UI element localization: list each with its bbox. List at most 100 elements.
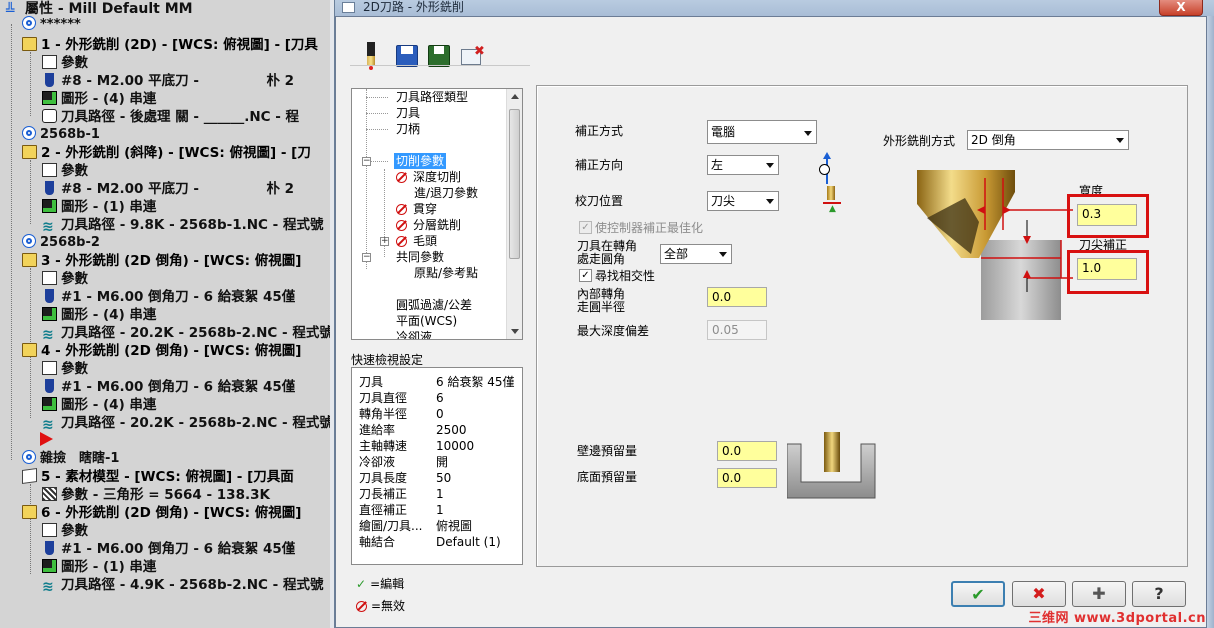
toolpath-icon: ≋ [42, 579, 54, 595]
tree-item-planes[interactable]: 平面(WCS) [396, 313, 457, 329]
op3-params[interactable]: 參數 [42, 270, 88, 288]
op6-params[interactable]: 參數 [42, 522, 88, 540]
app-icon [342, 2, 355, 13]
chevron-down-icon [1116, 138, 1124, 143]
expand-common-icon[interactable]: − [362, 253, 371, 262]
contour-type-select[interactable]: 2D 倒角 [967, 130, 1129, 150]
tool-icon [45, 541, 54, 555]
close-icon: ✖ [1032, 584, 1046, 603]
params-icon [42, 361, 57, 375]
operation-2[interactable]: 2 - 外形銑削 (斜降) - [WCS: 俯視圖] - [刀 [22, 144, 311, 162]
op4-toolpath[interactable]: ≋ 刀具路徑 - 20.2K - 2568b-2.NC - 程式號 [42, 414, 330, 432]
group-2568b-2[interactable]: 2568b-2 [22, 234, 100, 252]
op5-params[interactable]: 參數 - 三角形 = 5664 - 138.3K [42, 486, 270, 504]
max-depth-input[interactable]: 0.05 [707, 320, 767, 340]
op3-toolpath[interactable]: ≋ 刀具路徑 - 20.2K - 2568b-2.NC - 程式號 [42, 324, 330, 342]
help-button[interactable]: ? [1132, 581, 1186, 607]
checkmark-icon: ✓ [356, 577, 367, 591]
window-title: 2D刀路 - 外形銑削 [363, 0, 464, 14]
tree-item-home[interactable]: 原點/參考點 [414, 265, 478, 281]
tree-item-multi-passes[interactable]: 分層銑削 [396, 217, 461, 233]
tip-offset-input[interactable]: 1.0 [1077, 258, 1137, 280]
wall-stock-input[interactable]: 0.0 [717, 441, 777, 461]
stock-to-leave-illustration [787, 432, 876, 499]
chevron-down-icon [766, 163, 774, 168]
comp-type-select[interactable]: 電腦 [707, 120, 817, 144]
op4-tool[interactable]: #1 - M6.00 倒角刀 - 6 給衰絮 45僅 [42, 378, 295, 396]
find-intersect-checkbox[interactable]: ✓ [579, 269, 592, 282]
qv-key: 轉角半徑 [359, 407, 408, 421]
group-2568b-1[interactable]: 2568b-1 [22, 126, 100, 144]
add-button[interactable]: ✚ [1072, 581, 1126, 607]
tree-item-type[interactable]: 刀具路徑類型 [396, 89, 468, 105]
geometry-icon [42, 559, 57, 573]
expand-cut-params-icon[interactable]: − [362, 157, 371, 166]
operation-5[interactable]: 5 - 素材模型 - [WCS: 俯視圖] - [刀具面 [22, 467, 294, 486]
operation-6[interactable]: 6 - 外形銑削 (2D 倒角) - [WCS: 俯視圖] [22, 504, 301, 522]
op6-toolpath[interactable]: ≋ 刀具路徑 - 4.9K - 2568b-2.NC - 程式號 [42, 576, 323, 594]
tip-comp-select[interactable]: 刀尖 [707, 191, 779, 211]
ok-button[interactable]: ✔ [951, 581, 1005, 607]
tree-item-tool[interactable]: 刀具 [396, 105, 420, 121]
tree-scrollbar[interactable] [506, 89, 522, 339]
scroll-up-icon[interactable] [511, 94, 519, 99]
scroll-down-icon[interactable] [511, 329, 519, 334]
cancel-button[interactable]: ✖ [1012, 581, 1066, 607]
op3-geometry[interactable]: 圖形 - (4) 串連 [42, 306, 156, 324]
floor-stock-label: 底面預留量 [577, 470, 638, 484]
op6-tool[interactable]: #1 - M6.00 倒角刀 - 6 給衰絮 45僅 [42, 540, 295, 558]
tree-item-arc-filter[interactable]: 圓弧過濾/公差 [396, 297, 472, 313]
tool-icon [45, 379, 54, 393]
insert-arrow-icon[interactable] [40, 432, 53, 446]
op4-geometry[interactable]: 圖形 - (4) 串連 [42, 396, 156, 414]
tree-item-depth-cuts[interactable]: 深度切削 [396, 169, 461, 185]
op4-params[interactable]: 參數 [42, 360, 88, 378]
toolpath-icon: ≋ [42, 327, 54, 343]
title-bar[interactable]: 2D刀路 - 外形銑削 X [335, 0, 1214, 16]
op6-geometry[interactable]: 圖形 - (1) 串連 [42, 558, 156, 576]
tree-item-linking[interactable]: 共同參數 [396, 249, 444, 265]
chevron-down-icon [719, 252, 727, 257]
disabled-icon [396, 236, 407, 247]
op2-params[interactable]: 參數 [42, 162, 88, 180]
optimize-checkbox[interactable]: ✓ [579, 221, 592, 234]
tree-item-coolant[interactable]: 冷卻液 [396, 329, 432, 339]
window-border [1206, 16, 1214, 628]
width-input[interactable]: 0.3 [1077, 204, 1137, 226]
scrollbar-thumb[interactable] [509, 109, 520, 259]
op2-geometry[interactable]: 圖形 - (1) 串連 [42, 198, 156, 216]
op1-geometry[interactable]: 圖形 - (4) 串連 [42, 90, 156, 108]
tree-item-holder[interactable]: 刀柄 [396, 121, 420, 137]
operation-3[interactable]: 3 - 外形銑削 (2D 倒角) - [WCS: 俯視圖] [22, 252, 301, 270]
tree-line [11, 24, 12, 460]
params-icon [42, 271, 57, 285]
operation-4[interactable]: 4 - 外形銑削 (2D 倒角) - [WCS: 俯視圖] [22, 342, 301, 360]
floor-stock-input[interactable]: 0.0 [717, 468, 777, 488]
inner-radius-input[interactable]: 0.0 [707, 287, 767, 307]
machine-group-node[interactable]: ****** [22, 16, 81, 34]
parameter-tree[interactable]: − + − 刀具路徑類型 刀具 刀柄 切削參數 深度切削 進/退刀參數 貫穿 分… [351, 88, 523, 340]
chevron-down-icon [804, 131, 812, 136]
tree-item-cut-params[interactable]: 切削參數 [394, 153, 447, 169]
optimize-label: 使控制器補正最佳化 [595, 221, 704, 235]
tree-item-break-through[interactable]: 貫穿 [396, 201, 437, 217]
op2-toolpath[interactable]: ≋ 刀具路徑 - 9.8K - 2568b-1.NC - 程式號 [42, 216, 323, 234]
close-button[interactable]: X [1159, 0, 1203, 16]
op1-params[interactable]: 參數 [42, 54, 88, 72]
comp-direction-icon [819, 150, 839, 186]
op1-toolpath[interactable]: 刀具路徑 - 後處理 關 - ______.NC - 程 [42, 108, 299, 126]
op1-tool[interactable]: #8 - M2.00 平底刀 - 朴 2 [42, 72, 294, 90]
roll-corners-select[interactable]: 全部 [660, 244, 732, 264]
expand-burr-icon[interactable]: + [380, 237, 389, 246]
tree-item-tabs[interactable]: 毛頭 [396, 233, 437, 249]
qv-key: 主軸轉速 [359, 439, 408, 453]
op2-tool[interactable]: #8 - M2.00 平底刀 - 朴 2 [42, 180, 294, 198]
qv-value: 0 [436, 407, 444, 421]
quick-view-panel: 刀具 6 給衰絮 45僅 刀具直徑 6 轉角半徑 0 進給率 2500 主軸轉速… [351, 367, 523, 565]
group-3[interactable]: 雜撿 瞎瞎-1 [22, 450, 119, 468]
tree-item-lead-in-out[interactable]: 進/退刀參數 [414, 185, 478, 201]
operation-1[interactable]: 1 - 外形銑削 (2D) - [WCS: 俯視圖] - [刀具 [22, 36, 318, 54]
toolpath-group-icon [22, 234, 36, 248]
comp-dir-select[interactable]: 左 [707, 155, 779, 175]
op3-tool[interactable]: #1 - M6.00 倒角刀 - 6 給衰絮 45僅 [42, 288, 295, 306]
